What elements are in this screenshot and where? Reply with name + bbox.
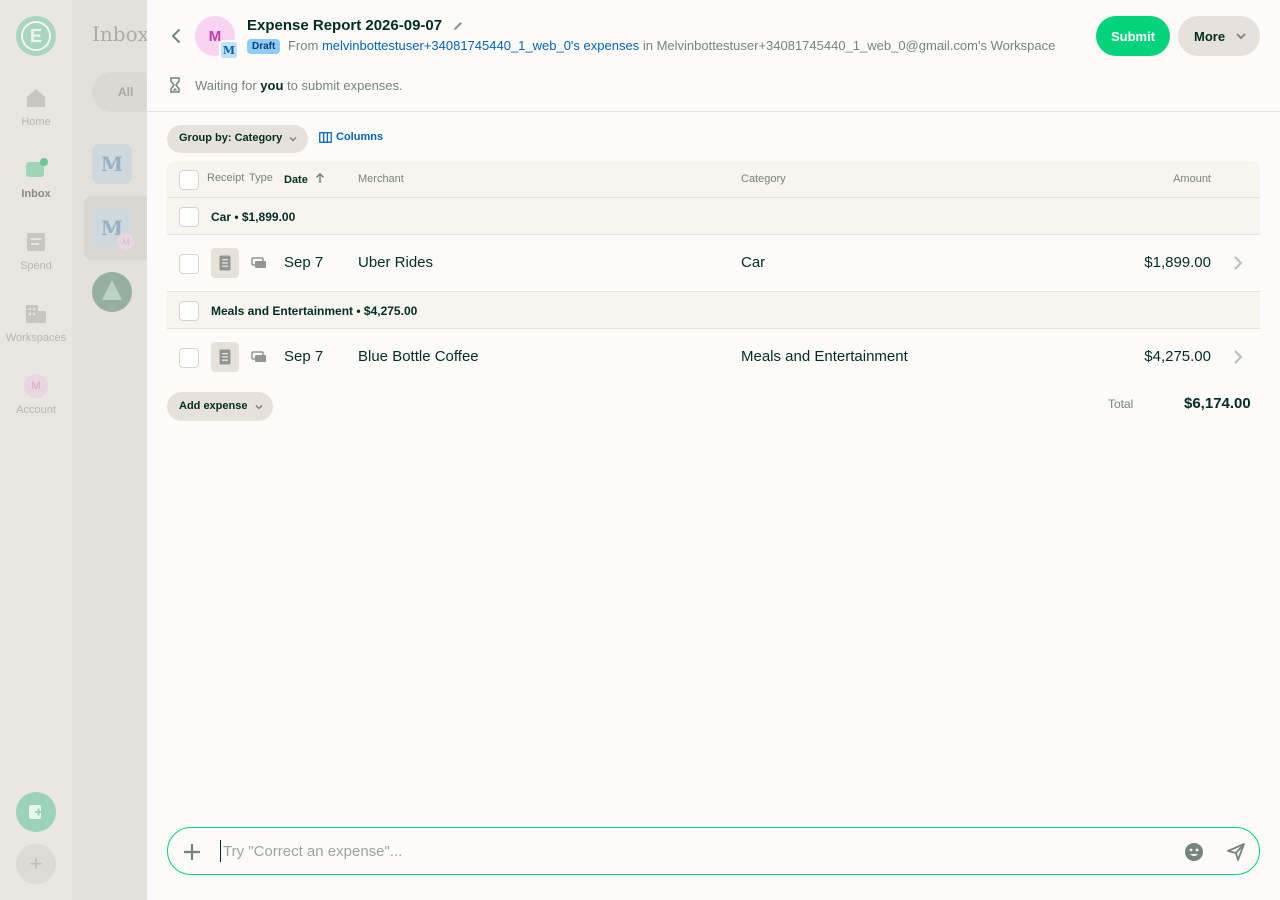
table-row[interactable]: Sep 7 Uber Rides Car $1,899.00: [167, 235, 1260, 292]
inbox-icon: [26, 158, 48, 177]
group-heading: Meals and Entertainment • $4,275.00: [211, 304, 418, 318]
expense-merchant: Uber Rides: [358, 254, 434, 271]
global-create-button[interactable]: +: [16, 844, 56, 884]
workspace-avatar: M: [219, 40, 239, 60]
back-arrow-icon[interactable]: [167, 26, 187, 46]
group-heading: Car • $1,899.00: [211, 210, 296, 224]
table-row[interactable]: Sep 7 Blue Bottle Coffee Meals and Enter…: [167, 329, 1260, 384]
message-composer: [167, 827, 1260, 875]
total-label: Total: [1108, 397, 1134, 411]
columns-button[interactable]: Columns: [319, 131, 383, 143]
expense-merchant: Blue Bottle Coffee: [358, 348, 479, 365]
total-amount: $6,174.00: [1184, 395, 1251, 412]
receipt-icon: [27, 233, 45, 251]
group-row: Meals and Entertainment • $4,275.00: [167, 292, 1260, 329]
chat-avatar[interactable]: M: [92, 144, 132, 184]
inbox-title: Inbox: [92, 22, 148, 46]
concierge-avatar[interactable]: [92, 272, 132, 312]
from-link[interactable]: melvinbottestuser+34081745440_1_web_0's …: [322, 38, 639, 53]
col-date[interactable]: Date: [284, 172, 325, 186]
chevron-right-icon[interactable]: [1231, 349, 1245, 365]
group-by-button[interactable]: Group by: Category: [167, 125, 309, 153]
new-expense-icon: [29, 805, 42, 819]
cash-icon: [251, 351, 266, 362]
expense-amount: $1,899.00: [1144, 254, 1211, 271]
home-icon: [27, 89, 45, 107]
chevron-down-icon: [255, 404, 263, 410]
nav-item-spend[interactable]: Spend: [0, 230, 72, 272]
group-checkbox[interactable]: [179, 301, 199, 321]
chevron-down-icon: [289, 136, 297, 142]
receipt-thumbnail[interactable]: [211, 342, 239, 372]
plus-icon[interactable]: [182, 842, 202, 862]
chevron-down-icon: [1236, 33, 1246, 40]
submit-button[interactable]: Submit: [1096, 16, 1170, 56]
report-title[interactable]: Expense Report 2026-09-07: [247, 17, 464, 34]
emoji-icon[interactable]: [1184, 842, 1204, 862]
expense-date: Sep 7: [284, 254, 324, 271]
receipt-thumbnail[interactable]: [211, 248, 239, 278]
avatar: M: [24, 374, 48, 398]
col-amount[interactable]: Amount: [1173, 173, 1211, 185]
group-checkbox[interactable]: [179, 207, 199, 227]
row-checkbox[interactable]: [179, 348, 199, 368]
nav-item-workspaces[interactable]: Workspaces: [0, 302, 72, 344]
workspace-name: Melvinbottestuser+34081745440_1_web_0@gm…: [656, 38, 1056, 53]
chevron-right-icon[interactable]: [1231, 255, 1245, 271]
next-step-message: Waiting for you to submit expenses.: [167, 77, 403, 93]
col-merchant[interactable]: Merchant: [358, 173, 404, 185]
more-button[interactable]: More: [1178, 16, 1260, 56]
expense-date: Sep 7: [284, 348, 324, 365]
building-icon: [26, 305, 46, 323]
create-expense-button[interactable]: [16, 792, 56, 832]
row-checkbox[interactable]: [179, 254, 199, 274]
hourglass-icon: [170, 77, 180, 93]
arrow-up-icon: [315, 172, 324, 183]
receipt-icon: [219, 255, 231, 271]
pencil-icon[interactable]: [452, 20, 464, 32]
col-type[interactable]: Type: [249, 172, 273, 184]
receipt-icon: [219, 349, 231, 365]
report-avatar: M M: [195, 16, 239, 60]
cash-icon: [251, 257, 266, 268]
plus-icon: +: [29, 851, 43, 876]
table-header: Receipt Type Date Merchant Category Amou…: [167, 161, 1260, 198]
expense-amount: $4,275.00: [1144, 348, 1211, 365]
nav-item-home[interactable]: Home: [0, 86, 72, 128]
group-row: Car • $1,899.00: [167, 198, 1260, 235]
composer-input[interactable]: [220, 840, 1160, 862]
nav-rail: E Home Inbox Spend Workspaces M Account …: [0, 0, 72, 900]
report-subline: Draft From melvinbottestuser+34081745440…: [247, 38, 1055, 54]
expense-category: Car: [741, 254, 766, 271]
expensify-logo[interactable]: E: [16, 16, 56, 56]
nav-item-inbox[interactable]: Inbox: [0, 158, 72, 200]
expense-category: Meals and Entertainment: [741, 348, 908, 365]
columns-icon: [319, 131, 332, 143]
filter-all-button[interactable]: All: [92, 72, 148, 112]
mini-avatar: M: [116, 232, 136, 252]
report-header: M M Expense Report 2026-09-07 Draft From…: [147, 0, 1280, 112]
send-icon[interactable]: [1226, 842, 1246, 862]
report-panel: M M Expense Report 2026-09-07 Draft From…: [147, 0, 1280, 900]
inbox-panel: Inbox All M M M: [72, 0, 148, 900]
add-expense-button[interactable]: Add expense: [167, 392, 274, 421]
expenses-table: Receipt Type Date Merchant Category Amou…: [167, 161, 1260, 384]
nav-item-account[interactable]: M Account: [0, 374, 72, 416]
col-receipt[interactable]: Receipt: [207, 172, 244, 184]
select-all-checkbox[interactable]: [179, 170, 199, 190]
status-badge: Draft: [247, 39, 281, 54]
col-category[interactable]: Category: [741, 173, 786, 185]
